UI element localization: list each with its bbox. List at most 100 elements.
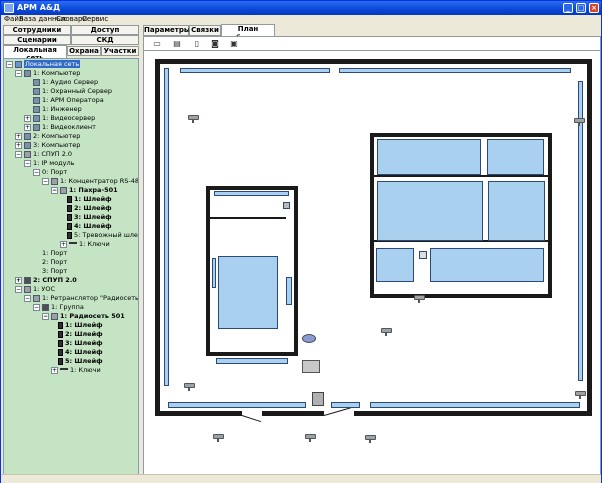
speaker-icon[interactable]	[302, 360, 320, 373]
close-button[interactable]: ×	[589, 3, 599, 13]
siren-icon[interactable]	[302, 334, 316, 343]
expand-icon[interactable]: +	[51, 366, 58, 374]
tab-scenarios[interactable]: Сценарии	[3, 35, 71, 45]
collapse-icon[interactable]: −	[33, 168, 40, 176]
tree-item[interactable]: 4: Шлейф	[58, 348, 103, 357]
tree-item[interactable]: 1: Охранный Сервер	[33, 87, 112, 96]
tree-item[interactable]: +2: СПУП 2.0	[15, 276, 77, 285]
tab-access[interactable]: Доступ	[71, 25, 139, 35]
tree-item[interactable]: 1: Шлейф	[58, 321, 103, 330]
loop-icon	[58, 339, 63, 347]
camera-icon[interactable]	[575, 391, 589, 399]
tab-employees[interactable]: Сотрудники	[3, 25, 71, 35]
tree-item[interactable]: 3: Шлейф	[58, 339, 103, 348]
plan-toolbar: ▭ ▤ ▯ ◙ ▣	[143, 36, 601, 50]
tree-item[interactable]: 3: Шлейф	[67, 213, 112, 222]
loop-icon	[67, 204, 72, 212]
title-bar[interactable]: АРМ А&Д _ □ ×	[1, 1, 601, 15]
expand-icon[interactable]: +	[24, 114, 31, 122]
camera-icon[interactable]	[414, 295, 428, 303]
expand-icon[interactable]: +	[60, 240, 67, 248]
tree-item[interactable]: +2: Компьютер	[15, 132, 80, 141]
camera-icon[interactable]	[184, 383, 198, 391]
expand-icon[interactable]: +	[15, 141, 22, 149]
tab-local-network[interactable]: Локальная сеть	[3, 45, 67, 62]
tree-item[interactable]: 5: Тревожный шлейф	[67, 231, 138, 240]
tree-item[interactable]: −0: Порт	[33, 168, 67, 177]
collapse-icon[interactable]: −	[24, 294, 31, 302]
expand-icon[interactable]: +	[24, 123, 31, 131]
device-tree[interactable]: − Локальная сеть −1: Компьютер 1: Аудио С…	[3, 58, 139, 483]
large-building-room-f	[430, 248, 544, 282]
collapse-icon[interactable]: −	[42, 312, 49, 320]
tree-item[interactable]: −1: СПУП 2.0	[15, 150, 72, 159]
tree-item[interactable]: +3: Компьютер	[15, 141, 80, 150]
open-folder-icon[interactable]: ▭	[150, 38, 164, 50]
tree-item[interactable]: −1: Пахра-501	[51, 186, 118, 195]
network-icon	[15, 60, 22, 68]
outer-wall-bottom-left	[155, 411, 242, 416]
cabinet-icon[interactable]	[312, 392, 324, 406]
tree-item[interactable]: −1: Ретранслятор "Радиосеть"	[24, 294, 138, 303]
tree-item[interactable]: − Локальная сеть	[6, 60, 81, 69]
camera-icon[interactable]	[188, 115, 202, 123]
tree-item[interactable]: 1: Порт	[42, 249, 67, 258]
tree-item[interactable]: 1: Аудио Сервер	[33, 78, 98, 87]
video-client-icon	[33, 123, 40, 131]
collapse-icon[interactable]: −	[42, 177, 49, 185]
collapse-icon[interactable]: −	[33, 303, 40, 311]
tab-security[interactable]: Охрана	[67, 46, 101, 56]
collapse-icon[interactable]: −	[15, 150, 22, 158]
tree-item[interactable]: 2: Шлейф	[67, 204, 112, 213]
camera-icon[interactable]	[381, 328, 395, 336]
tree-item[interactable]: −1: УОС	[15, 285, 55, 294]
collapse-icon[interactable]: −	[24, 159, 31, 167]
tree-item[interactable]: −1: Группа	[33, 303, 84, 312]
minimize-button[interactable]: _	[563, 3, 573, 13]
menu-service[interactable]: Сервис	[82, 15, 108, 24]
tree-item[interactable]: −1: Концентратор RS-485	[42, 177, 138, 186]
tree-item[interactable]: +1: Видеосервер	[24, 114, 95, 123]
tree-item[interactable]: 1: АРМ Оператора	[33, 96, 104, 105]
collapse-icon[interactable]: −	[6, 60, 13, 68]
outer-wall-top	[155, 59, 592, 64]
camera-icon[interactable]	[574, 118, 588, 126]
collapse-icon[interactable]: −	[15, 69, 22, 77]
print-icon[interactable]: ▣	[227, 38, 241, 50]
tab-links[interactable]: Связки	[189, 25, 221, 36]
camera-icon[interactable]	[365, 435, 379, 443]
tree-item[interactable]: −1: Компьютер	[15, 69, 80, 78]
expand-icon[interactable]: +	[15, 132, 22, 140]
tree-item[interactable]: 2: Шлейф	[58, 330, 103, 339]
tree-item[interactable]: 5: Шлейф	[58, 357, 103, 366]
tree-item[interactable]: 1: Шлейф	[67, 195, 112, 204]
tree-item[interactable]: −1: Радиосеть 501	[42, 312, 125, 321]
tab-parameters[interactable]: Параметры	[143, 25, 190, 36]
camera-icon[interactable]	[305, 434, 319, 442]
expand-icon[interactable]: +	[15, 276, 22, 284]
maximize-button[interactable]: □	[576, 3, 586, 13]
perimeter-strip	[180, 68, 330, 73]
tree-item[interactable]: 2: Порт	[42, 258, 67, 267]
uos-icon	[24, 285, 31, 293]
tree-item[interactable]: +1: Видеоклиент	[24, 123, 96, 132]
loop-icon	[58, 321, 63, 329]
screen-icon[interactable]: ▤	[170, 38, 184, 50]
loop-icon	[67, 231, 72, 239]
computer-icon	[24, 141, 31, 149]
tree-item[interactable]: +1: Ключи	[51, 366, 101, 375]
tree-item[interactable]: 3: Порт	[42, 267, 67, 276]
sound-icon[interactable]: ◙	[208, 38, 222, 50]
object-plan-canvas[interactable]	[143, 50, 601, 477]
new-document-icon[interactable]: ▯	[190, 38, 204, 50]
tree-item[interactable]: 4: Шлейф	[67, 222, 112, 231]
hub-icon	[51, 177, 58, 185]
tab-areas[interactable]: Участки	[101, 46, 139, 56]
camera-icon[interactable]	[213, 434, 227, 442]
collapse-icon[interactable]: −	[51, 186, 58, 194]
tree-item[interactable]: −1: IP модуль	[24, 159, 75, 168]
tree-item[interactable]: +1: Ключи	[60, 240, 110, 249]
collapse-icon[interactable]: −	[15, 285, 22, 293]
tab-skd[interactable]: СКД	[71, 35, 139, 45]
tree-item[interactable]: 1: Инженер	[33, 105, 82, 114]
